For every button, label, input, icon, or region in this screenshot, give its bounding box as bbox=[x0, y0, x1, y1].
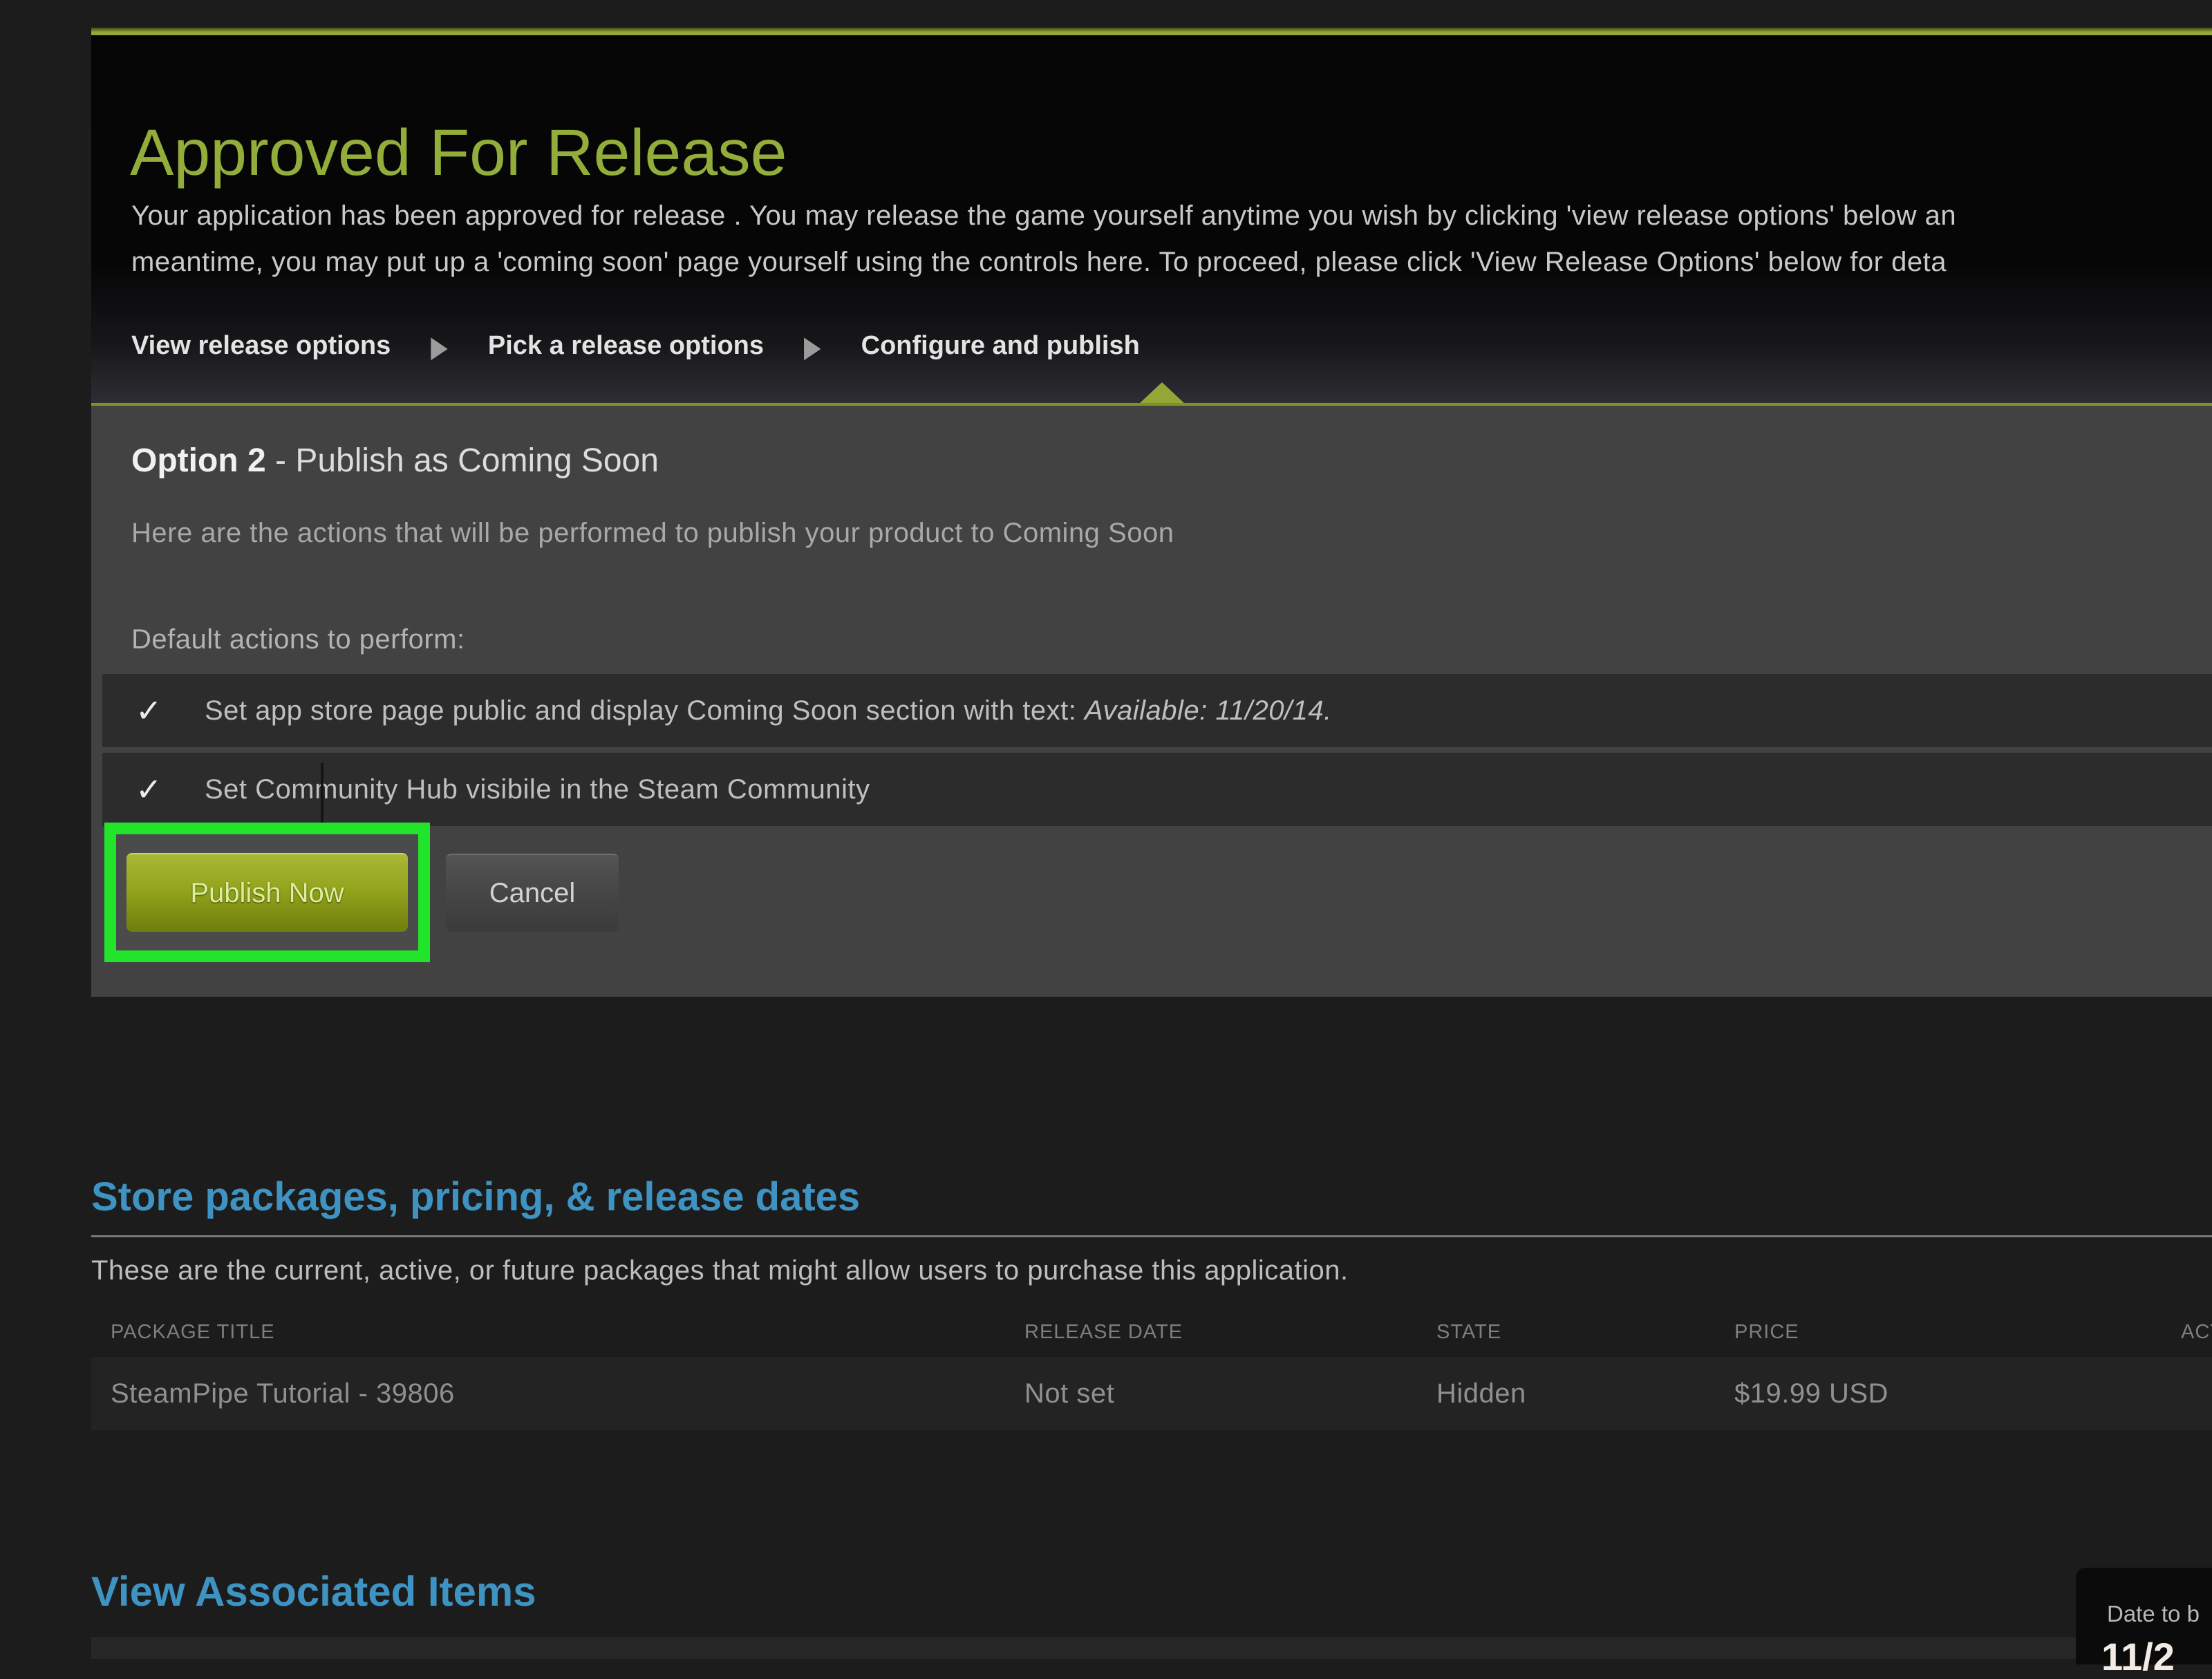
release-date-cell: Not set bbox=[1024, 1357, 1114, 1430]
column-header-package-title: PACKAGE TITLE bbox=[111, 1321, 275, 1344]
page-title: Approved For Release bbox=[130, 115, 787, 191]
breadcrumb-step-configure-publish[interactable]: Configure and publish bbox=[861, 331, 1140, 361]
page-description-line1: Your application has been approved for r… bbox=[131, 193, 1956, 239]
check-icon: ✓ bbox=[135, 771, 205, 808]
package-title-cell: SteamPipe Tutorial - 39806 bbox=[111, 1357, 455, 1430]
store-packages-description: These are the current, active, or future… bbox=[91, 1255, 2212, 1286]
store-packages-section: Store packages, pricing, & release dates… bbox=[91, 1174, 2212, 1428]
publish-now-button[interactable]: Publish Now bbox=[126, 853, 408, 932]
packages-table: PACKAGE TITLE RELEASE DATE STATE PRICE A… bbox=[91, 1321, 2212, 1428]
page-header: Approved For Release Your application ha… bbox=[91, 35, 2212, 403]
list-item: ✓ Set app store page public and display … bbox=[102, 674, 2212, 747]
option-number: Option 2 bbox=[131, 442, 266, 479]
action-item-date: Available: 11/20/14. bbox=[1085, 695, 1332, 726]
option-heading: Option 2 - Publish as Coming Soon bbox=[131, 442, 659, 480]
column-header-actions: ACTIONS bbox=[2181, 1321, 2212, 1344]
breadcrumb-arrow-icon: ▶ bbox=[431, 328, 448, 364]
list-item: ✓ Set Community Hub visibile in the Stea… bbox=[102, 753, 2212, 826]
default-actions-label: Default actions to perform: bbox=[131, 624, 465, 655]
check-icon: ✓ bbox=[135, 692, 205, 729]
state-cell: Hidden bbox=[1436, 1357, 1526, 1430]
release-date-tooltip-value: 11/2 bbox=[2101, 1634, 2175, 1679]
column-header-state: STATE bbox=[1436, 1321, 1501, 1344]
cancel-button[interactable]: Cancel bbox=[446, 854, 619, 932]
text-cursor bbox=[321, 763, 324, 828]
breadcrumb-arrow-icon: ▶ bbox=[804, 328, 821, 364]
column-header-release-date: RELEASE DATE bbox=[1024, 1321, 1183, 1344]
clipped-content-row bbox=[91, 1637, 2212, 1659]
release-date-tooltip: Date to b 11/2 bbox=[2076, 1568, 2212, 1664]
breadcrumb-step-view-release-options[interactable]: View release options bbox=[131, 331, 391, 361]
publish-button-highlight-inner: Publish Now bbox=[116, 834, 418, 950]
option-title: - Publish as Coming Soon bbox=[266, 442, 659, 479]
section-divider bbox=[91, 1235, 2212, 1237]
release-date-tooltip-label: Date to b bbox=[2107, 1601, 2200, 1627]
option-description: Here are the actions that will be perfor… bbox=[131, 518, 1174, 549]
page-description: Your application has been approved for r… bbox=[131, 193, 1956, 285]
column-header-price: PRICE bbox=[1734, 1321, 1799, 1344]
action-item-text: Set Community Hub visibile in the Steam … bbox=[205, 774, 870, 805]
active-step-pointer-icon bbox=[1139, 382, 1185, 404]
publish-button-highlight: Publish Now bbox=[104, 823, 430, 962]
top-accent-rule bbox=[91, 28, 2212, 35]
action-item-text: Set app store page public and display Co… bbox=[205, 695, 1332, 726]
breadcrumb-step-pick-release-options[interactable]: Pick a release options bbox=[488, 331, 764, 361]
default-actions-list: ✓ Set app store page public and display … bbox=[102, 674, 2212, 832]
store-packages-heading[interactable]: Store packages, pricing, & release dates bbox=[91, 1174, 2212, 1220]
view-associated-items-heading[interactable]: View Associated Items bbox=[91, 1568, 536, 1615]
page-description-line2: meantime, you may put up a 'coming soon'… bbox=[131, 239, 1956, 285]
breadcrumb: View release options ▶ Pick a release op… bbox=[131, 331, 1140, 361]
price-cell: $19.99 USD bbox=[1734, 1357, 1888, 1430]
associated-items-section: View Associated Items bbox=[91, 1568, 536, 1615]
